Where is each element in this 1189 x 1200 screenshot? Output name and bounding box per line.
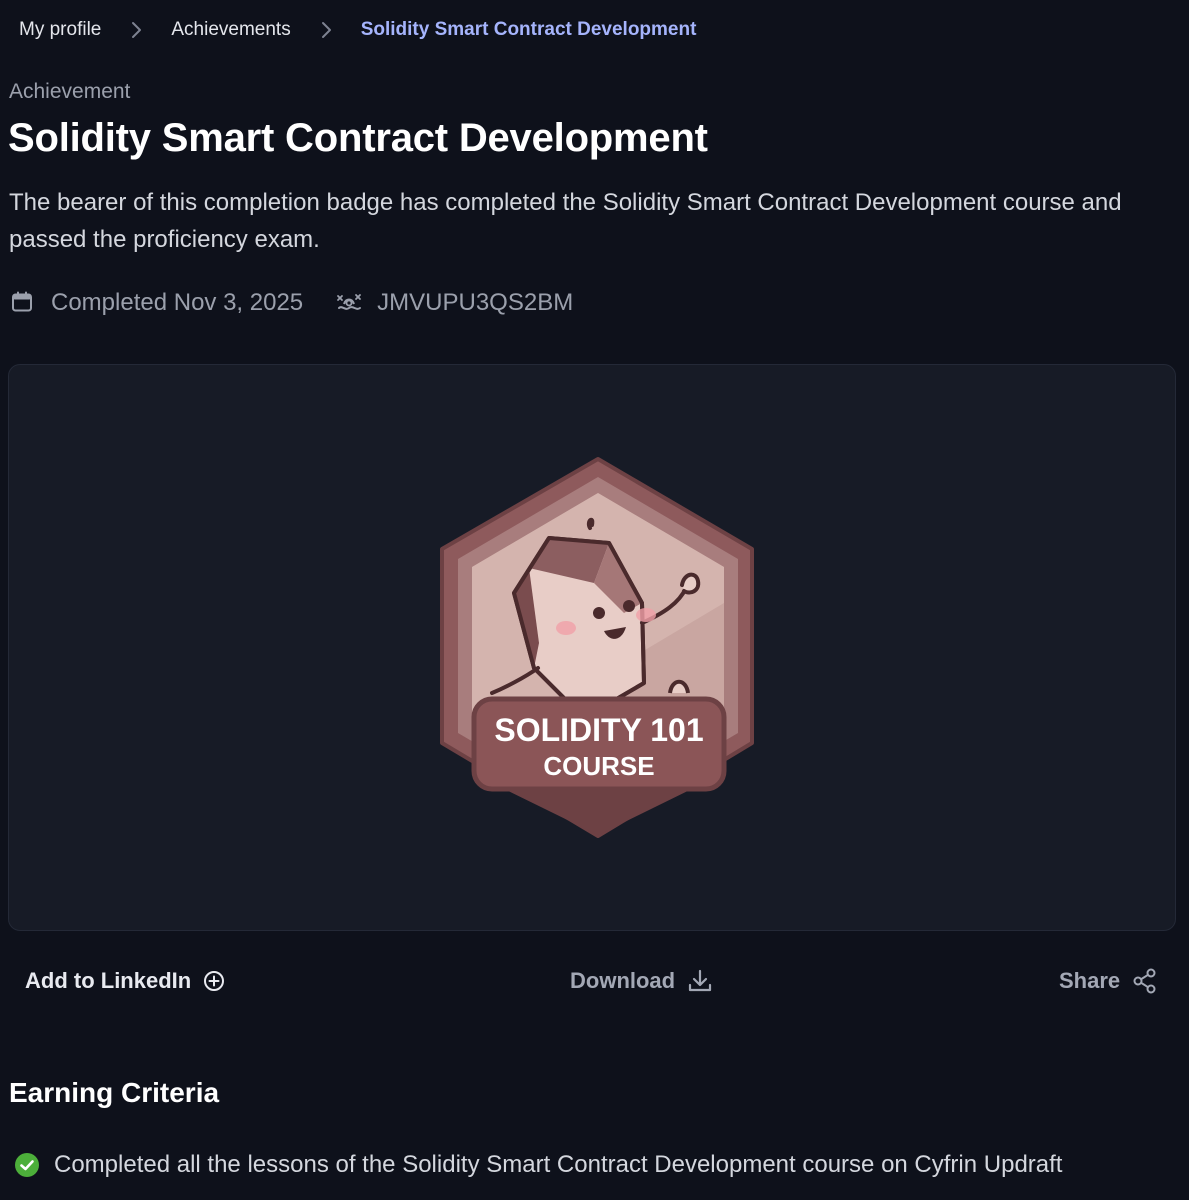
badge-image[interactable]: SOLIDITY 101 COURSE <box>434 453 754 843</box>
share-label: Share <box>1059 968 1121 993</box>
breadcrumb-my-profile[interactable]: My profile <box>19 19 101 41</box>
badge-line1: SOLIDITY 101 <box>494 712 703 748</box>
chevron-right-icon <box>101 21 171 39</box>
breadcrumb: My profile Achievements Solidity Smart C… <box>19 14 696 46</box>
credential-id-text: JMVUPU3QS2BM <box>377 289 574 316</box>
page-eyebrow: Achievement <box>9 80 131 103</box>
add-to-linkedin-button[interactable]: Add to LinkedIn <box>25 958 225 1004</box>
badge-actions: Add to LinkedIn Download Share <box>0 958 1189 1004</box>
criteria-item-text: Completed all the lessons of the Solidit… <box>54 1151 1063 1178</box>
page-description: The bearer of this completion badge has … <box>9 189 1122 253</box>
breadcrumb-current[interactable]: Solidity Smart Contract Development <box>361 19 697 41</box>
badge-line2: COURSE <box>543 751 654 781</box>
achievement-meta: Completed Nov 3, 2025 JMVUPU3QS2BM <box>10 284 573 322</box>
download-button[interactable]: Download <box>570 958 713 1004</box>
completed-date-text: Completed Nov 3, 2025 <box>51 289 304 316</box>
id-hash-icon <box>336 290 362 316</box>
add-to-linkedin-label: Add to LinkedIn <box>25 968 192 993</box>
breadcrumb-achievements[interactable]: Achievements <box>171 19 290 41</box>
earning-criteria-list: Completed all the lessons of the Solidit… <box>14 1146 1062 1184</box>
page-title: Solidity Smart Contract Development <box>8 116 708 160</box>
calendar-icon <box>10 290 36 316</box>
earning-criteria-title: Earning Criteria <box>9 1077 220 1108</box>
badge-card: SOLIDITY 101 COURSE <box>8 364 1176 931</box>
completed-date: Completed Nov 3, 2025 <box>10 289 303 317</box>
share-icon <box>1132 968 1158 994</box>
download-icon <box>687 968 713 994</box>
credential-id[interactable]: JMVUPU3QS2BM <box>336 289 573 317</box>
share-button[interactable]: Share <box>1059 958 1158 1004</box>
achievement-page: My profile Achievements Solidity Smart C… <box>0 0 1189 1200</box>
chevron-right-icon <box>291 21 361 39</box>
list-item: Completed all the lessons of the Solidit… <box>14 1146 1062 1184</box>
plus-circle-icon <box>203 970 225 992</box>
check-circle-icon <box>14 1152 40 1178</box>
download-label: Download <box>570 968 676 993</box>
